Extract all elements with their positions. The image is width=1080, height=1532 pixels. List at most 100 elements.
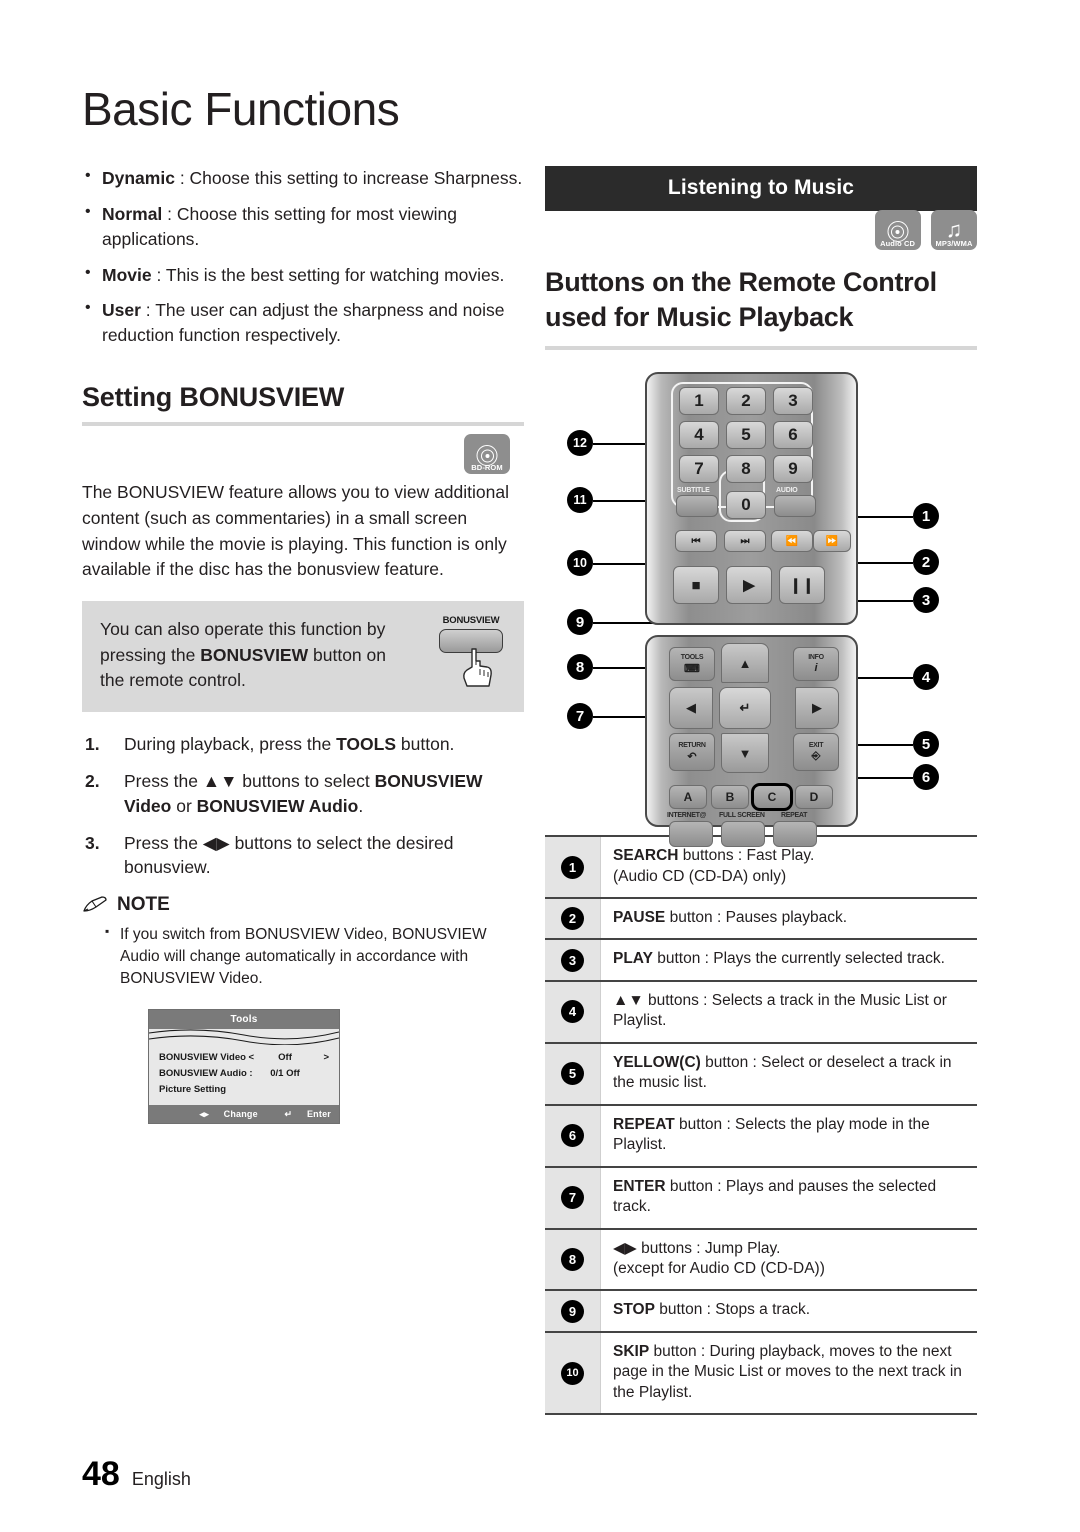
callout-12: 12	[567, 430, 593, 457]
legend-number-cell: 3	[545, 940, 601, 980]
bd-rom-badge: BD-ROM	[464, 434, 510, 475]
remote-key-pause[interactable]: ❙❙	[779, 566, 825, 605]
page-title: Basic Functions	[82, 83, 400, 135]
callout-10: 10	[567, 550, 593, 577]
page-number: 48	[82, 1455, 120, 1493]
remote-key-color-c[interactable]: C	[753, 785, 791, 810]
remote-key-repeat[interactable]	[773, 821, 817, 848]
remote-key-1[interactable]: 1	[679, 387, 719, 416]
osd-footer: ◂▸ Change ↵ Enter	[149, 1105, 339, 1124]
table-row: 8 ◀▶ buttons : Jump Play. (except for Aud…	[545, 1229, 977, 1292]
step-number: 1.	[85, 734, 100, 755]
note-heading: NOTE	[82, 894, 524, 916]
osd-footer-change-label: Change	[223, 1108, 258, 1119]
remote-key-tools[interactable]: TOOLS ⌨	[669, 647, 715, 682]
mp3-wma-badge: ♫ MP3/WMA	[931, 210, 977, 250]
return-arrow-icon: ↶	[687, 750, 697, 763]
remote-key-play[interactable]: ▶	[726, 566, 772, 605]
callout-11: 11	[567, 487, 593, 514]
remote-key-search-forward[interactable]: ⏩	[813, 530, 851, 553]
osd-row-value: 0/1 Off	[270, 1067, 300, 1079]
remote-key-search-back[interactable]: ⏪	[771, 530, 813, 553]
callout-9: 9	[567, 609, 593, 636]
step-number: 2.	[85, 770, 100, 791]
remote-key-down[interactable]: ▼	[721, 733, 769, 774]
remote-key-5[interactable]: 5	[726, 421, 766, 450]
remote-key-4[interactable]: 4	[679, 421, 719, 450]
remote-key-fullscreen[interactable]	[721, 821, 765, 848]
bullet-text: : Choose this setting to increase Sharpn…	[174, 168, 523, 188]
remote-key-return[interactable]: RETURN ↶	[669, 733, 715, 772]
callout-2: 2	[913, 549, 939, 576]
callout-3: 3	[913, 587, 939, 614]
remote-key-7[interactable]: 7	[679, 455, 719, 484]
osd-row-picture-setting[interactable]: Picture Setting	[159, 1081, 329, 1097]
list-item: If you switch from BONUSVIEW Video, BONU…	[105, 923, 524, 989]
remote-key-3[interactable]: 3	[773, 387, 813, 416]
remote-label-audio: AUDIO	[776, 487, 798, 495]
callout-badge: 10	[561, 1361, 584, 1385]
remote-label-return: RETURN	[678, 741, 706, 749]
exit-glyph-icon: ⎆	[811, 749, 821, 762]
note-list: If you switch from BONUSVIEW Video, BONU…	[82, 923, 524, 989]
callout-1: 1	[913, 503, 939, 530]
legend-number-cell: 10	[545, 1332, 601, 1414]
badge-caption: Audio CD	[880, 238, 916, 248]
callout-badge: 6	[561, 1124, 584, 1148]
legend-text-cell: ▲▼ buttons : Selects a track in the Musi…	[613, 991, 947, 1030]
table-row: 9 STOP button : Stops a track.	[545, 1291, 977, 1333]
remote-key-color-a[interactable]: A	[669, 785, 707, 810]
bonusview-description: The BONUSVIEW feature allows you to view…	[82, 482, 509, 580]
remote-key-2[interactable]: 2	[726, 387, 766, 416]
info-glyph-icon: i	[814, 662, 818, 675]
callout-badge: 3	[561, 948, 584, 972]
bullet-term: Movie	[102, 264, 152, 285]
remote-key-enter[interactable]: ↵	[719, 687, 771, 730]
remote-key-audio[interactable]	[774, 495, 816, 518]
osd-row-value: Off	[278, 1051, 292, 1063]
remote-key-subtitle[interactable]	[676, 495, 718, 518]
remote-key-8[interactable]: 8	[726, 455, 766, 484]
remote-key-color-b[interactable]: B	[711, 785, 749, 810]
step-text: Press the ▲▼ buttons to select BONUSVIEW…	[124, 770, 483, 816]
remote-key-9[interactable]: 9	[773, 455, 813, 484]
remote-key-0[interactable]: 0	[726, 491, 766, 520]
legend-number-cell: 1	[545, 837, 601, 897]
remote-key-skip-back[interactable]: ⏮	[675, 530, 717, 553]
bullet-term: Dynamic	[102, 168, 175, 188]
osd-rows: BONUSVIEW Video < Off > BONUSVIEW Audio …	[149, 1045, 339, 1105]
table-row: 7 ENTER button : Plays and pauses the se…	[545, 1167, 977, 1230]
page-footer: 48 English	[82, 1455, 191, 1494]
osd-row-bonusview-video[interactable]: BONUSVIEW Video < Off >	[159, 1049, 329, 1065]
remote-lower-shell: TOOLS ⌨ INFO i ▲ ◀ ▶ ▼ ↵ RETURN ↶ EXIT ⎆…	[645, 635, 858, 848]
tip-box: You can also operate this function by pr…	[82, 600, 524, 713]
table-row: 6 REPEAT button : Selects the play mode …	[545, 1105, 977, 1168]
remote-key-exit[interactable]: EXIT ⎆	[793, 733, 839, 772]
osd-row-bonusview-audio[interactable]: BONUSVIEW Audio : 0/1 Off	[159, 1065, 329, 1081]
pointing-hand-icon	[463, 648, 492, 687]
remote-key-6[interactable]: 6	[773, 421, 813, 450]
remote-key-internet[interactable]	[669, 821, 713, 848]
picture-mode-bullet-list: Dynamic : Choose this setting to increas…	[82, 165, 524, 348]
legend-number-cell: 7	[545, 1167, 601, 1228]
heading-divider	[545, 346, 977, 351]
remote-key-right[interactable]: ▶	[795, 687, 839, 730]
badge-caption: MP3/WMA	[935, 238, 973, 248]
remote-key-color-d[interactable]: D	[795, 785, 833, 810]
remote-key-left[interactable]: ◀	[669, 687, 713, 730]
tip-button-label: BONUSVIEW	[442, 614, 500, 626]
change-arrows-icon: ◂▸	[199, 1108, 209, 1119]
callout-badge: 4	[561, 1000, 584, 1024]
remote-key-info[interactable]: INFO i	[793, 647, 839, 682]
list-item: User : The user can adjust the sharpness…	[82, 297, 524, 348]
legend-text-cell: PAUSE button : Pauses playback.	[613, 909, 848, 926]
remote-key-up[interactable]: ▲	[721, 643, 769, 684]
remote-label-repeat: REPEAT	[781, 812, 808, 820]
legend-text-cell: ◀▶ buttons : Jump Play. (except for Audio…	[613, 1239, 825, 1277]
legend-text-cell: YELLOW(C) button : Select or deselect a …	[613, 1053, 952, 1092]
osd-footer-enter: ↵ Enter	[273, 1109, 331, 1119]
remote-key-skip-forward[interactable]: ⏭	[724, 530, 766, 553]
bullet-term: Normal	[102, 203, 163, 224]
remote-key-stop[interactable]: ■	[673, 566, 719, 605]
table-row: 10 SKIP button : During playback, moves …	[545, 1332, 977, 1416]
